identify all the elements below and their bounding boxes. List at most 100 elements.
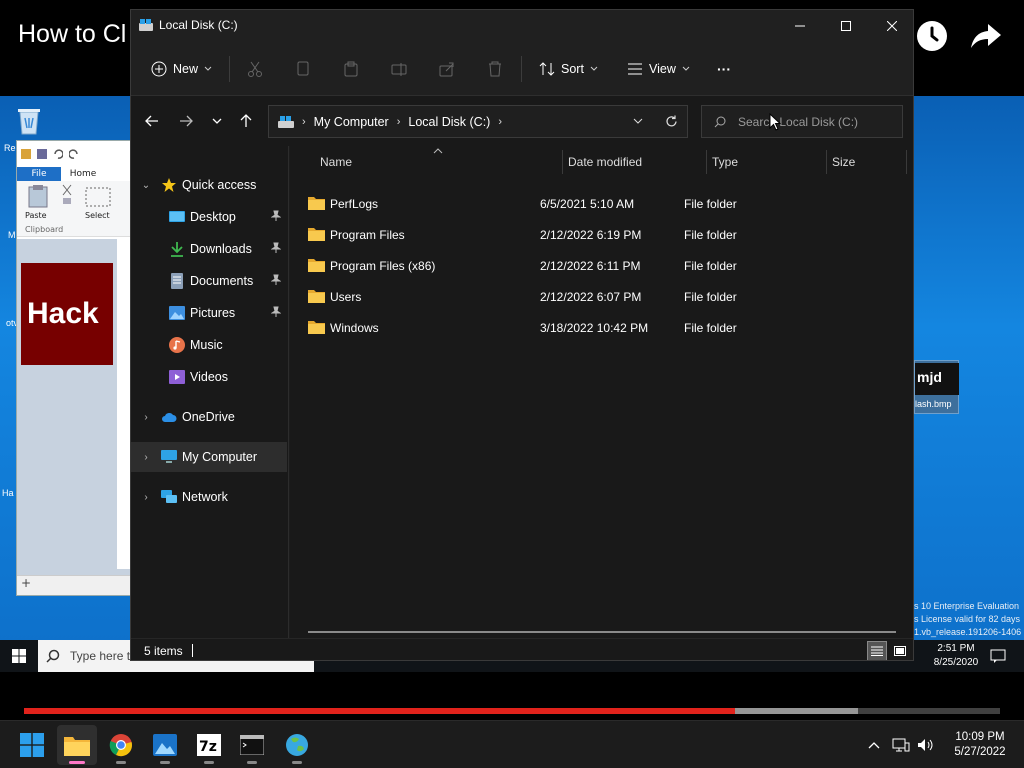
clipboard-group-label: Clipboard [25, 225, 64, 234]
undo-icon[interactable] [53, 149, 63, 159]
file-row[interactable]: Program Files 2/12/2022 6:19 PM File folde… [290, 219, 900, 250]
paint-tab-home[interactable]: Home [61, 167, 105, 181]
nav-music[interactable]: Music [131, 330, 287, 360]
share-button[interactable] [439, 54, 455, 84]
window-titlebar[interactable]: Local Disk (C:) [131, 10, 913, 42]
nav-onedrive[interactable]: › OneDrive [131, 402, 287, 432]
nav-pictures[interactable]: Pictures [131, 298, 287, 328]
chevron-right-icon[interactable]: › [140, 412, 152, 423]
pin-icon[interactable] [271, 210, 281, 222]
nav-documents[interactable]: Documents [131, 266, 287, 296]
nav-my-computer[interactable]: › My Computer [131, 442, 287, 472]
scissors-icon [248, 61, 262, 77]
column-header-name[interactable]: Name [320, 155, 352, 169]
network-status-icon[interactable] [891, 735, 911, 755]
notification-icon[interactable] [990, 648, 1006, 664]
refresh-icon[interactable] [665, 115, 678, 128]
chevron-right-icon[interactable]: › [140, 492, 152, 503]
system-clock[interactable]: 10:09 PM 5/27/2022 [940, 730, 1020, 760]
cut-copy-icon[interactable] [61, 183, 73, 205]
search-input[interactable] [738, 114, 898, 129]
music-icon [169, 337, 185, 353]
recent-locations-button[interactable] [204, 108, 230, 134]
file-explorer-window[interactable]: Local Disk (C:) New Sort View ··· › My C… [130, 9, 914, 661]
pin-icon[interactable] [271, 242, 281, 254]
breadcrumb-separator[interactable]: › [397, 116, 401, 128]
pin-icon[interactable] [271, 306, 281, 318]
file-row[interactable]: Program Files (x86) 2/12/2022 6:11 PM File… [290, 250, 900, 281]
paste-button[interactable] [343, 54, 359, 84]
watch-later-icon[interactable] [912, 16, 952, 56]
paint-tab-file[interactable]: File [17, 167, 61, 181]
windows-start-icon[interactable] [12, 725, 52, 765]
address-box[interactable]: › My Computer › Local Disk (C:) › [268, 105, 688, 138]
paint-canvas[interactable]: Hack [17, 239, 133, 595]
column-header-type[interactable]: Type [712, 155, 738, 169]
search-box[interactable] [701, 105, 903, 138]
inner-clock[interactable]: 2:51 PM 8/25/2020 [928, 642, 984, 670]
nav-downloads[interactable]: Downloads [131, 234, 287, 264]
redo-icon[interactable] [69, 149, 79, 159]
folder-icon [308, 197, 325, 210]
minimize-button[interactable] [777, 10, 823, 42]
video-title[interactable]: How to Cl [18, 20, 126, 49]
breadcrumb-local-disk[interactable]: Local Disk (C:) [408, 115, 490, 129]
windows-start-icon[interactable] [0, 640, 38, 672]
up-button[interactable] [233, 108, 259, 134]
paint-window[interactable]: File Home Paste Select Clipboard Hack + [16, 140, 134, 596]
pin-icon[interactable] [271, 274, 281, 286]
nav-network[interactable]: › Network [131, 482, 287, 512]
sort-button[interactable]: Sort [539, 54, 598, 84]
chevron-down-icon[interactable]: ⌄ [140, 180, 152, 191]
breadcrumb-separator[interactable]: › [498, 116, 502, 128]
nav-desktop[interactable]: Desktop [131, 202, 287, 232]
terminal-icon[interactable] [232, 725, 272, 765]
tiles-view-button[interactable] [890, 641, 910, 660]
share-icon[interactable] [966, 16, 1006, 56]
back-button[interactable] [139, 108, 165, 134]
pictures-icon [169, 306, 185, 320]
command-bar: New Sort View ··· [131, 42, 913, 96]
network-globe-icon[interactable] [277, 725, 317, 765]
maximize-button[interactable] [823, 10, 869, 42]
file-date: 2/12/2022 6:07 PM [540, 290, 642, 304]
volume-icon[interactable] [916, 735, 936, 755]
copy-button[interactable] [295, 54, 311, 84]
close-button[interactable] [869, 10, 913, 42]
select-icon[interactable] [85, 187, 111, 207]
desktop-file-icon[interactable]: mjd lash.bmp [914, 360, 959, 414]
photos-icon[interactable] [145, 725, 185, 765]
file-name: lash.bmp [915, 399, 952, 409]
column-header-date[interactable]: Date modified [568, 155, 642, 169]
column-header-size[interactable]: Size [832, 155, 855, 169]
list-view-icon [628, 63, 642, 75]
save-icon[interactable] [37, 149, 47, 159]
horizontal-scrollbar[interactable] [308, 631, 896, 633]
rename-button[interactable] [391, 54, 407, 84]
watermark-line: 1.vb_release.191206-1406 [914, 627, 1022, 637]
new-button[interactable]: New [151, 54, 212, 84]
chrome-icon[interactable] [101, 725, 141, 765]
delete-button[interactable] [487, 54, 503, 84]
nav-videos[interactable]: Videos [131, 362, 287, 392]
cloud-icon [162, 412, 177, 422]
view-button[interactable]: View [627, 54, 690, 84]
forward-button[interactable] [173, 108, 199, 134]
chevron-up-icon[interactable] [864, 735, 884, 755]
more-options-button[interactable]: ··· [717, 54, 731, 84]
paste-icon[interactable] [27, 185, 49, 209]
clock-date: 5/27/2022 [954, 746, 1006, 758]
nav-quick-access[interactable]: ⌄ Quick access [131, 170, 287, 200]
details-view-button[interactable] [867, 641, 887, 660]
breadcrumb-separator[interactable]: › [302, 116, 306, 128]
chevron-down-icon[interactable] [633, 118, 643, 124]
file-row[interactable]: Windows 3/18/2022 10:42 PM File folder [290, 312, 900, 343]
breadcrumb-my-computer[interactable]: My Computer [314, 115, 389, 129]
file-row[interactable]: PerfLogs 6/5/2021 5:10 AM File folder [290, 188, 900, 219]
file-row[interactable]: Users 2/12/2022 6:07 PM File folder [290, 281, 900, 312]
chevron-right-icon[interactable]: › [140, 452, 152, 463]
7zip-icon[interactable]: 7z [189, 725, 229, 765]
cut-button[interactable] [247, 54, 263, 84]
video-progress-bar[interactable] [24, 708, 1000, 714]
file-explorer-icon[interactable] [57, 725, 97, 765]
